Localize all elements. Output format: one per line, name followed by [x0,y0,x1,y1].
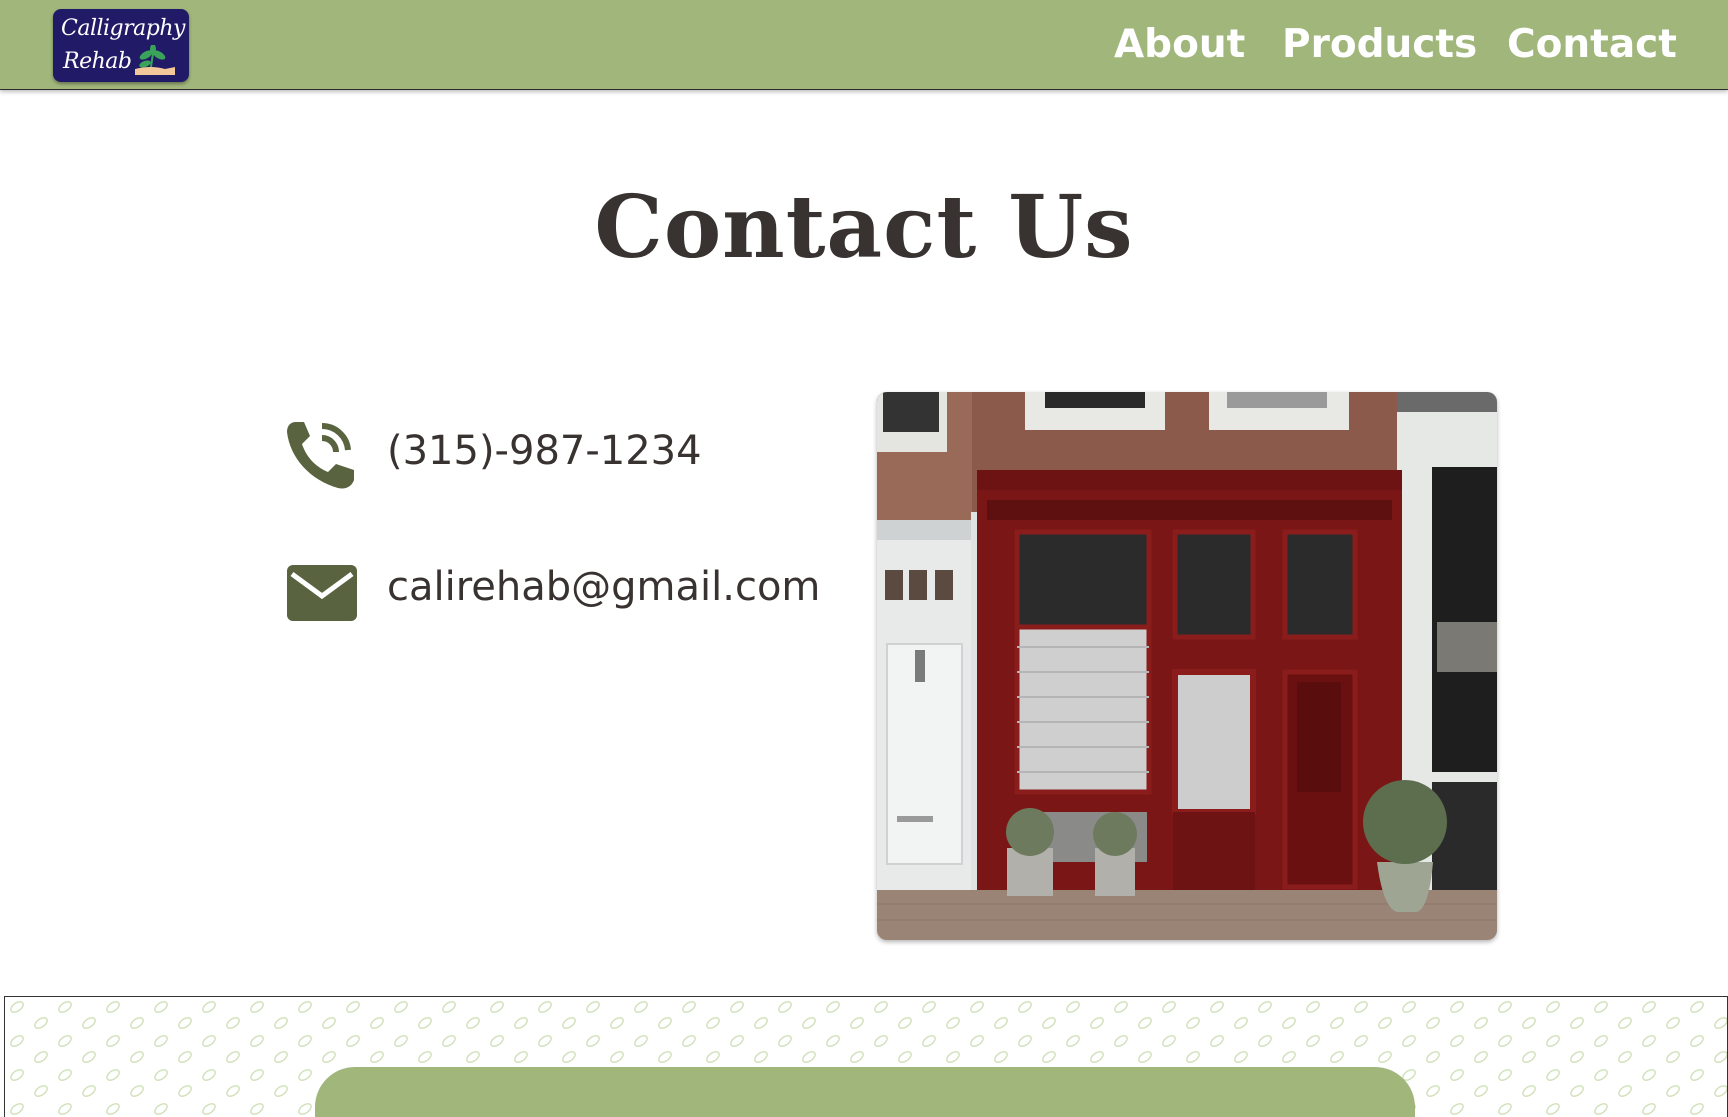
storefront-illustration [877,392,1497,940]
logo-text-line2: Rehab [63,49,132,74]
phone-number[interactable]: (315)-987-1234 [387,428,702,474]
nav-products[interactable]: Products [1282,20,1477,70]
storefront-photo [877,392,1497,940]
page-title: Contact Us [594,177,1134,278]
footer-panel [315,1067,1415,1117]
mail-icon [287,565,357,621]
logo-text-line1: Calligraphy [61,16,185,41]
sprout-in-hand-icon [135,45,175,75]
nav-about[interactable]: About [1114,20,1245,70]
email-address[interactable]: calirehab@gmail.com [387,564,820,610]
nav-contact[interactable]: Contact [1507,20,1677,70]
brand-logo[interactable]: Calligraphy Rehab [53,9,189,82]
phone-icon [287,422,354,489]
footer-leaf-pattern [4,996,1728,1117]
top-navbar: Calligraphy Rehab About Products Contact [0,0,1728,90]
